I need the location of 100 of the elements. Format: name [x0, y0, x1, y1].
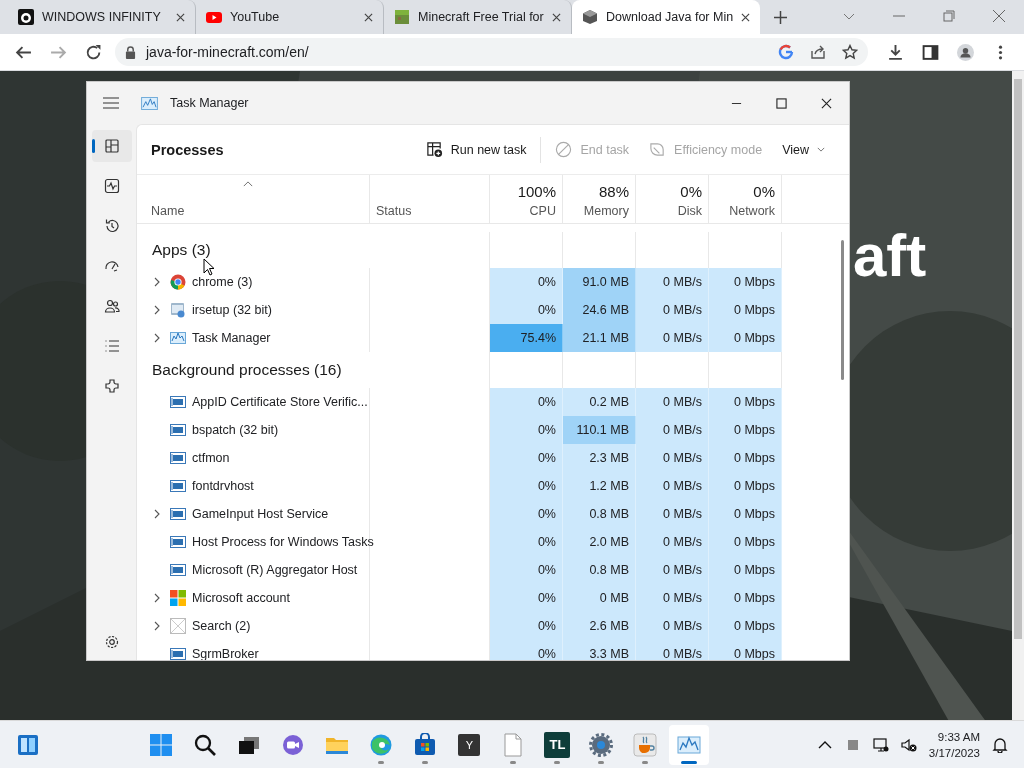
table-cell: 0 MB/s [636, 556, 709, 584]
table-cell: 24.6 MB [563, 296, 636, 324]
table-cell: 3.3 MB [563, 640, 636, 660]
table-cell: 0 MB/s [636, 472, 709, 500]
browser-tab[interactable]: Download Java for Min [572, 0, 760, 34]
window-icon [170, 562, 186, 578]
window-title: Task Manager [170, 96, 249, 110]
expand-chevron-icon[interactable] [154, 621, 160, 631]
leaf-icon [649, 141, 667, 158]
table-cell: 0 MB/s [636, 416, 709, 444]
placeholder-icon [170, 618, 186, 634]
table-cell: 0 Mbps [709, 640, 782, 660]
browser-logo-icon [369, 732, 394, 757]
chart-icon [141, 96, 158, 110]
view-dropdown[interactable]: View [772, 136, 835, 163]
table-cell: 0 Mbps [709, 584, 782, 612]
table-cell: 0% [490, 388, 563, 416]
store-icon [413, 732, 438, 757]
scrollbar[interactable] [1012, 71, 1024, 720]
chat-icon [281, 732, 306, 757]
tab-title: WINDOWS INFINITY [42, 10, 162, 24]
table-cell: 0 MB/s [636, 324, 709, 352]
table-cell: 0% [490, 268, 563, 296]
table-cell: 0 MB/s [636, 528, 709, 556]
bell-icon[interactable] [992, 736, 1008, 753]
google-logo-icon[interactable] [778, 44, 794, 60]
process-name: GameInput Host Service [192, 507, 329, 521]
column-label: Network [729, 204, 775, 218]
close-icon[interactable] [552, 12, 561, 22]
column-header[interactable]: Status [376, 204, 412, 218]
taskbar-app[interactable]: Y [449, 724, 490, 765]
restore-icon[interactable] [943, 10, 955, 22]
table-cell: 0% [490, 556, 563, 584]
table-cell: 0 MB/s [636, 268, 709, 296]
grid-icon [103, 138, 120, 154]
settings-icon[interactable] [103, 634, 120, 650]
scrollbar[interactable] [841, 240, 844, 380]
nav-item[interactable] [91, 130, 132, 162]
close-icon[interactable] [741, 12, 750, 22]
column-header[interactable]: Name [151, 204, 185, 218]
date-text: 3/17/2023 [928, 745, 980, 761]
close-icon[interactable] [364, 12, 373, 22]
expand-chevron-icon[interactable] [154, 509, 160, 519]
table-cell: 0 MB/s [636, 612, 709, 640]
column-header[interactable]: 0% Disk [636, 175, 709, 223]
usage-percent: 100% [517, 183, 556, 200]
table-cell: 0.8 MB [563, 500, 636, 528]
table-cell: 0 MB/s [636, 500, 709, 528]
star-icon[interactable] [842, 44, 858, 60]
users-icon [103, 298, 120, 314]
table-cell: 2.3 MB [563, 444, 636, 472]
process-name: Microsoft account [192, 591, 290, 605]
network-icon[interactable] [872, 736, 889, 753]
table-cell: 1.2 MB [563, 472, 636, 500]
table-cell: 0% [490, 416, 563, 444]
table-cell: 0 Mbps [709, 556, 782, 584]
list-icon [103, 338, 120, 354]
table-cell: 75.4% [490, 324, 563, 352]
tab-title: Download Java for Min [606, 10, 733, 24]
column-header[interactable]: 100% CPU [490, 175, 563, 223]
table-cell: 0 Mbps [709, 612, 782, 640]
table-cell: 91.0 MB [563, 268, 636, 296]
process-name: SgrmBroker [192, 647, 259, 660]
expand-chevron-icon[interactable] [154, 277, 160, 287]
window-icon [170, 506, 186, 522]
address-bar[interactable]: java-for-minecraft.com/en/ [115, 38, 868, 66]
widgets-icon[interactable] [16, 732, 40, 757]
column-header[interactable]: 0% Network [709, 175, 782, 223]
window-icon [170, 478, 186, 494]
gauge-icon [103, 258, 120, 274]
process-name: Host Process for Windows Tasks [192, 535, 374, 549]
table-cell: 0 MB/s [636, 584, 709, 612]
process-name: AppID Certificate Store Verific... [192, 395, 368, 409]
expand-chevron-icon[interactable] [154, 593, 160, 603]
tab-title: Minecraft Free Trial for [418, 10, 544, 24]
column-header[interactable]: 88% Memory [563, 175, 636, 223]
window-icon [170, 394, 186, 410]
group-title: Apps (3) [152, 241, 211, 259]
tab-title: YouTube [230, 10, 281, 24]
table-cell: 0 MB [563, 584, 636, 612]
table-cell: 0 Mbps [709, 388, 782, 416]
table-cell: 0.8 MB [563, 556, 636, 584]
share-icon[interactable] [810, 44, 826, 60]
table-cell: 21.1 MB [563, 324, 636, 352]
clock[interactable]: 9:33 AM 3/17/2023 [928, 728, 980, 761]
add-window-icon [425, 141, 443, 158]
taskbar-app[interactable]: TL [537, 724, 578, 765]
expand-chevron-icon[interactable] [154, 333, 160, 343]
window-icon [170, 534, 186, 550]
new-tab-icon[interactable] [774, 11, 787, 24]
table-cell: 0% [490, 472, 563, 500]
close-icon[interactable] [176, 12, 185, 22]
table-cell: 0% [490, 296, 563, 324]
process-name: chrome (3) [192, 275, 253, 289]
process-name: Microsoft (R) Aggregator Host [192, 563, 358, 577]
expand-chevron-icon[interactable] [154, 305, 160, 315]
toolbar-button[interactable]: Run new task [415, 135, 537, 164]
muted-speaker-icon[interactable] [900, 736, 917, 753]
group-title: Background processes (16) [152, 361, 342, 379]
table-cell: 2.6 MB [563, 612, 636, 640]
